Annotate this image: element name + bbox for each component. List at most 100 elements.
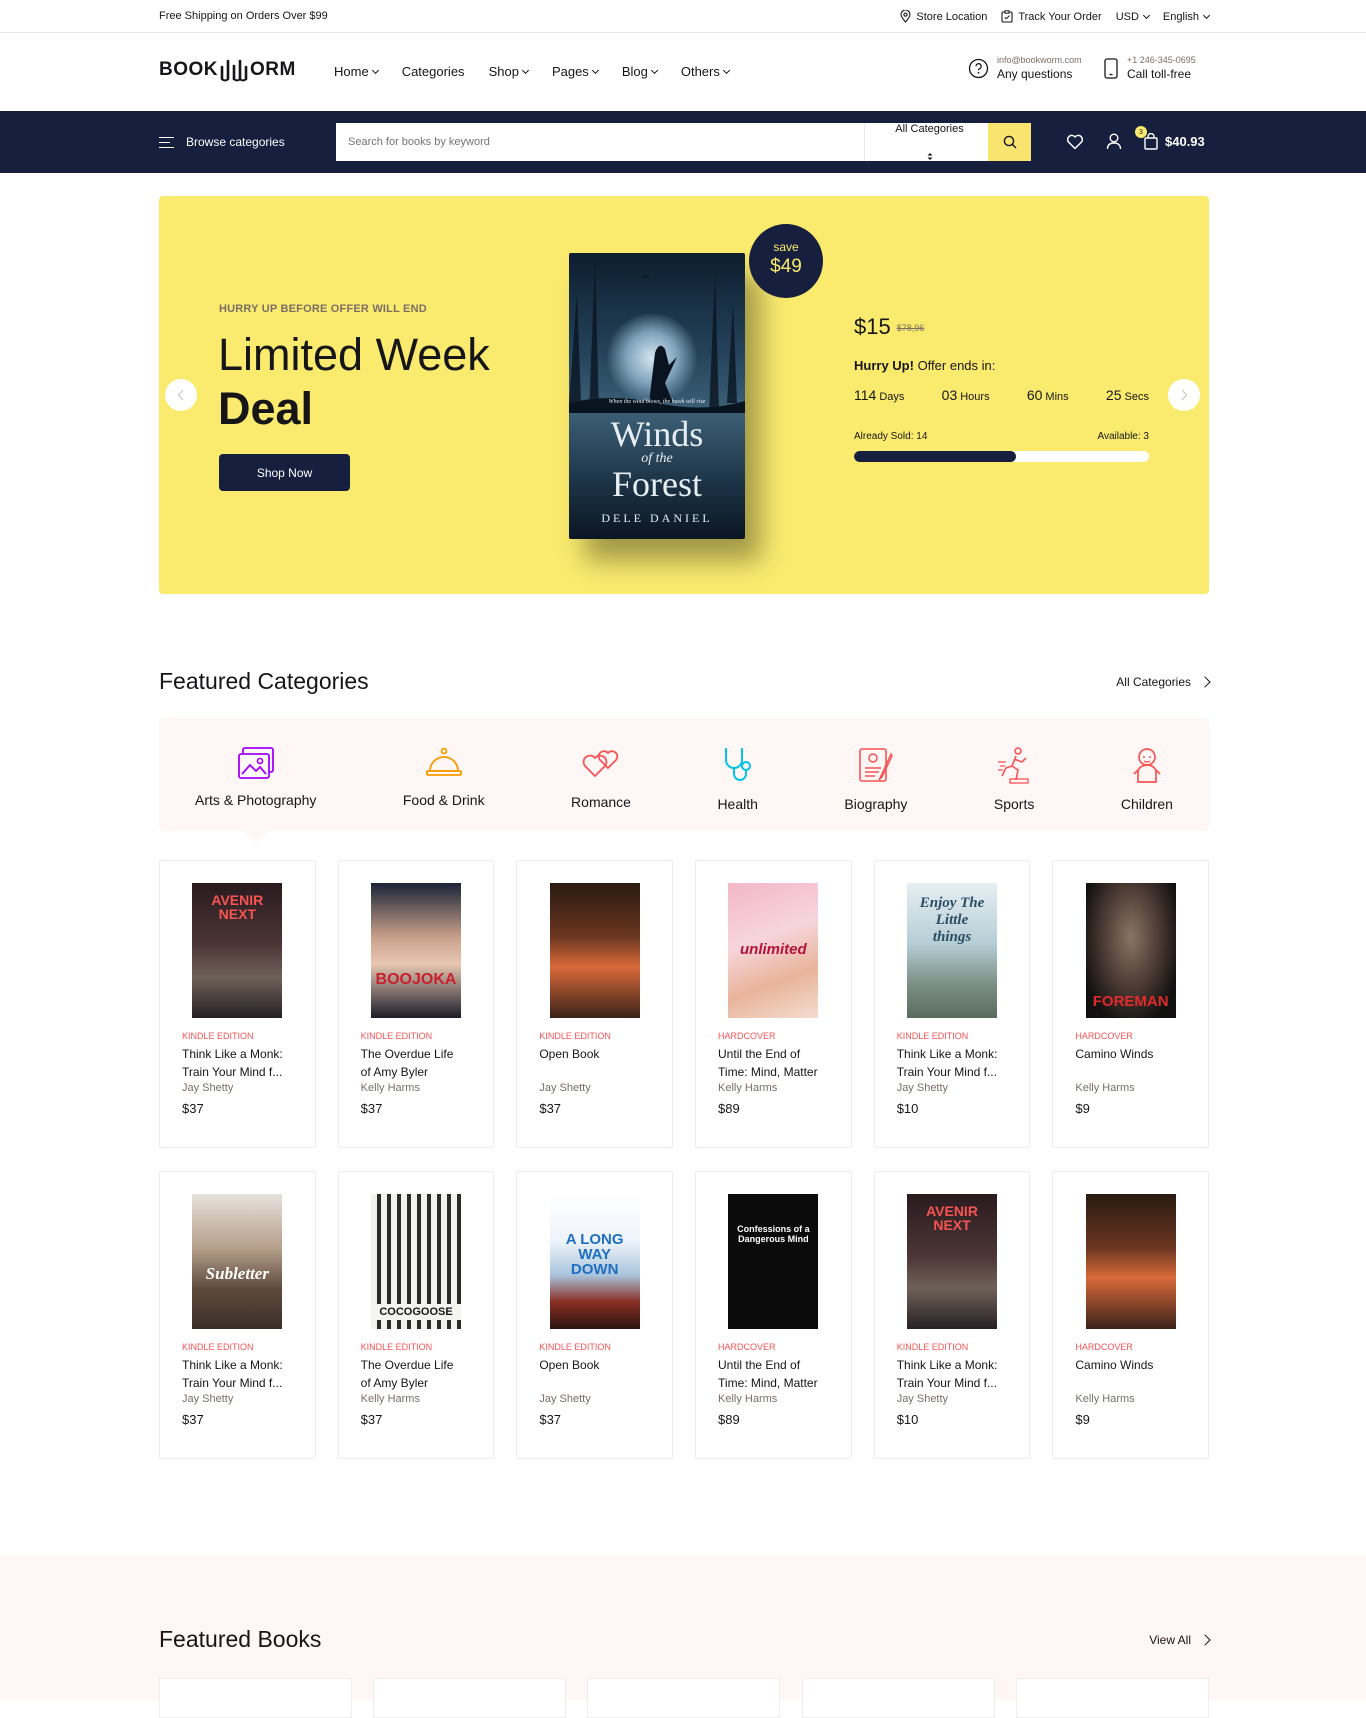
product-card[interactable]: unlimited HARDCOVER Until the End of Time… bbox=[695, 860, 852, 1148]
cover-title-1: Winds bbox=[610, 414, 704, 454]
chevron-down-icon bbox=[722, 66, 730, 74]
product-author: Jay Shetty bbox=[539, 1082, 591, 1094]
nav-shop[interactable]: Shop bbox=[489, 64, 529, 79]
search-bar: Browse categories All Categories 3 $40.9… bbox=[0, 111, 1366, 173]
product-card[interactable]: HARDCOVER Camino Winds Kelly Harms $9 bbox=[1052, 1171, 1210, 1459]
product-cover: BOOJOKA bbox=[371, 883, 461, 1018]
category-label: Arts & Photography bbox=[195, 792, 317, 808]
nav-label: Blog bbox=[621, 64, 648, 79]
product-author: Jay Shetty bbox=[539, 1393, 591, 1405]
search-input[interactable] bbox=[336, 123, 864, 161]
search-button[interactable] bbox=[988, 123, 1031, 161]
hero-next-button[interactable] bbox=[1168, 379, 1200, 411]
nav-categories[interactable]: Categories bbox=[402, 64, 465, 79]
featured-book-card[interactable] bbox=[373, 1678, 566, 1718]
product-name: Until the End of Time: Mind, Matter bbox=[718, 1356, 829, 1392]
category-romance[interactable]: Romance bbox=[571, 718, 631, 831]
product-card[interactable]: A LONG WAY DOWN KINDLE EDITION Open Book… bbox=[516, 1171, 674, 1459]
product-author: Kelly Harms bbox=[360, 1082, 420, 1094]
language-select[interactable]: English bbox=[1163, 11, 1211, 23]
product-card[interactable]: BOOJOKA KINDLE EDITION The Overdue Life o… bbox=[337, 860, 495, 1148]
nav-home[interactable]: Home bbox=[334, 64, 379, 79]
nav-pages[interactable]: Pages bbox=[552, 64, 599, 79]
product-card[interactable]: AVENIR NEXT KINDLE EDITION Think Like a … bbox=[873, 1171, 1031, 1459]
save-badge-value: $49 bbox=[770, 256, 802, 277]
contact-questions[interactable]: info@bookworm.com Any questions bbox=[968, 55, 1082, 81]
nav-label: Home bbox=[334, 64, 369, 79]
product-name: Think Like a Monk: Train Your Mind f... bbox=[182, 1356, 293, 1392]
product-name-line: Until the End of bbox=[718, 1358, 801, 1372]
category-arts-photography[interactable]: Arts & Photography bbox=[195, 718, 317, 843]
product-card[interactable]: KINDLE EDITION Open Book Jay Shetty $37 bbox=[516, 860, 674, 1148]
view-all-link[interactable]: View All bbox=[1149, 1633, 1211, 1647]
product-price: $9 bbox=[1075, 1101, 1090, 1116]
product-cover bbox=[1085, 1194, 1176, 1329]
product-price: $37 bbox=[360, 1412, 383, 1427]
category-label: Food & Drink bbox=[402, 792, 485, 808]
contact-phone[interactable]: +1 246-345-0695 Call toll-free bbox=[1103, 55, 1196, 81]
cart-button[interactable]: 3 $40.93 bbox=[1135, 126, 1205, 150]
store-location-link[interactable]: Store Location bbox=[900, 10, 987, 23]
cover-text: Subletter bbox=[205, 1264, 269, 1283]
featured-book-card[interactable] bbox=[802, 1678, 995, 1718]
product-cover: Enjoy The Little things bbox=[907, 883, 998, 1018]
featured-book-card[interactable] bbox=[1016, 1678, 1209, 1718]
track-order-link[interactable]: Track Your Order bbox=[1001, 10, 1102, 23]
category-select[interactable]: All Categories bbox=[864, 123, 988, 161]
save-badge-label: save bbox=[773, 240, 799, 254]
logo[interactable]: BOOK ORM bbox=[159, 57, 296, 83]
category-health[interactable]: Health bbox=[717, 718, 758, 831]
product-card[interactable]: COCOGOOSE KINDLE EDITION The Overdue Lif… bbox=[337, 1171, 495, 1459]
hero-prev-button[interactable] bbox=[165, 379, 197, 411]
timer-unit: Mins bbox=[1045, 391, 1069, 403]
product-name-line: The Overdue Life bbox=[360, 1047, 454, 1061]
product-price: $37 bbox=[182, 1101, 204, 1116]
product-card[interactable]: AVENIR NEXT KINDLE EDITION Think Like a … bbox=[159, 860, 316, 1148]
product-name-line: Time: Mind, Matter bbox=[718, 1376, 818, 1390]
user-icon[interactable] bbox=[1106, 133, 1122, 150]
browse-categories-button[interactable]: Browse categories bbox=[159, 135, 285, 149]
product-name-line: Open Book bbox=[539, 1358, 600, 1372]
product-format: KINDLE EDITION bbox=[360, 1031, 433, 1041]
product-card[interactable]: FOREMAN HARDCOVER Camino Winds Kelly Har… bbox=[1052, 860, 1210, 1148]
category-children[interactable]: Children bbox=[1121, 718, 1173, 831]
search-icon bbox=[1003, 135, 1016, 149]
category-strip: Arts & Photography Food & Drink Romance … bbox=[159, 718, 1209, 843]
nav-blog[interactable]: Blog bbox=[621, 64, 658, 79]
product-card[interactable]: Subletter KINDLE EDITION Think Like a Mo… bbox=[159, 1171, 316, 1459]
product-name: Open Book bbox=[539, 1356, 650, 1392]
offer-ends-text: Offer ends in: bbox=[913, 358, 996, 373]
timer-number: 25 bbox=[1105, 387, 1122, 403]
product-name-line: Time: Mind, Matter bbox=[718, 1065, 818, 1079]
category-biography[interactable]: Biography bbox=[844, 718, 907, 831]
category-food-drink[interactable]: Food & Drink bbox=[403, 718, 485, 831]
product-name: The Overdue Life of Amy Byler bbox=[361, 1356, 472, 1392]
chevron-right-icon bbox=[1199, 675, 1211, 688]
hero-book-cover[interactable]: When the wind blows, the hawk will rise … bbox=[569, 253, 745, 539]
header-icons: 3 $40.93 bbox=[1066, 126, 1205, 150]
product-name-line: Train Your Mind f... bbox=[182, 1376, 283, 1390]
shop-now-button[interactable]: Shop Now bbox=[219, 454, 350, 491]
available: Available: 3 bbox=[1097, 431, 1149, 442]
category-sports[interactable]: Sports bbox=[994, 718, 1034, 831]
cover-text: AVENIR NEXT bbox=[926, 1203, 978, 1233]
product-name: Think Like a Monk: Train Your Mind f... bbox=[897, 1356, 1008, 1392]
product-name-line: Train Your Mind f... bbox=[896, 1065, 997, 1079]
offer-ends: Hurry Up! Offer ends in: bbox=[854, 358, 1149, 373]
product-name-line: The Overdue Life bbox=[360, 1358, 454, 1372]
nav-others[interactable]: Others bbox=[680, 64, 730, 79]
cover-text: Enjoy The Little things bbox=[919, 895, 985, 945]
product-card[interactable]: Enjoy The Little things KINDLE EDITION T… bbox=[873, 860, 1031, 1148]
product-card[interactable]: Confessions of a Dangerous Mind HARDCOVE… bbox=[695, 1171, 852, 1459]
all-categories-link[interactable]: All Categories bbox=[1116, 675, 1211, 689]
timer-secs: 25 Secs bbox=[1106, 387, 1149, 405]
product-name-line: Train Your Mind f... bbox=[182, 1065, 283, 1079]
category-label: Biography bbox=[844, 796, 908, 812]
product-price: $89 bbox=[718, 1412, 740, 1427]
product-cover: unlimited bbox=[728, 883, 819, 1018]
nav-label: Others bbox=[680, 64, 720, 79]
featured-book-card[interactable] bbox=[159, 1678, 352, 1718]
featured-book-card[interactable] bbox=[587, 1678, 780, 1718]
heart-icon[interactable] bbox=[1066, 134, 1084, 150]
currency-select[interactable]: USD bbox=[1116, 11, 1150, 23]
